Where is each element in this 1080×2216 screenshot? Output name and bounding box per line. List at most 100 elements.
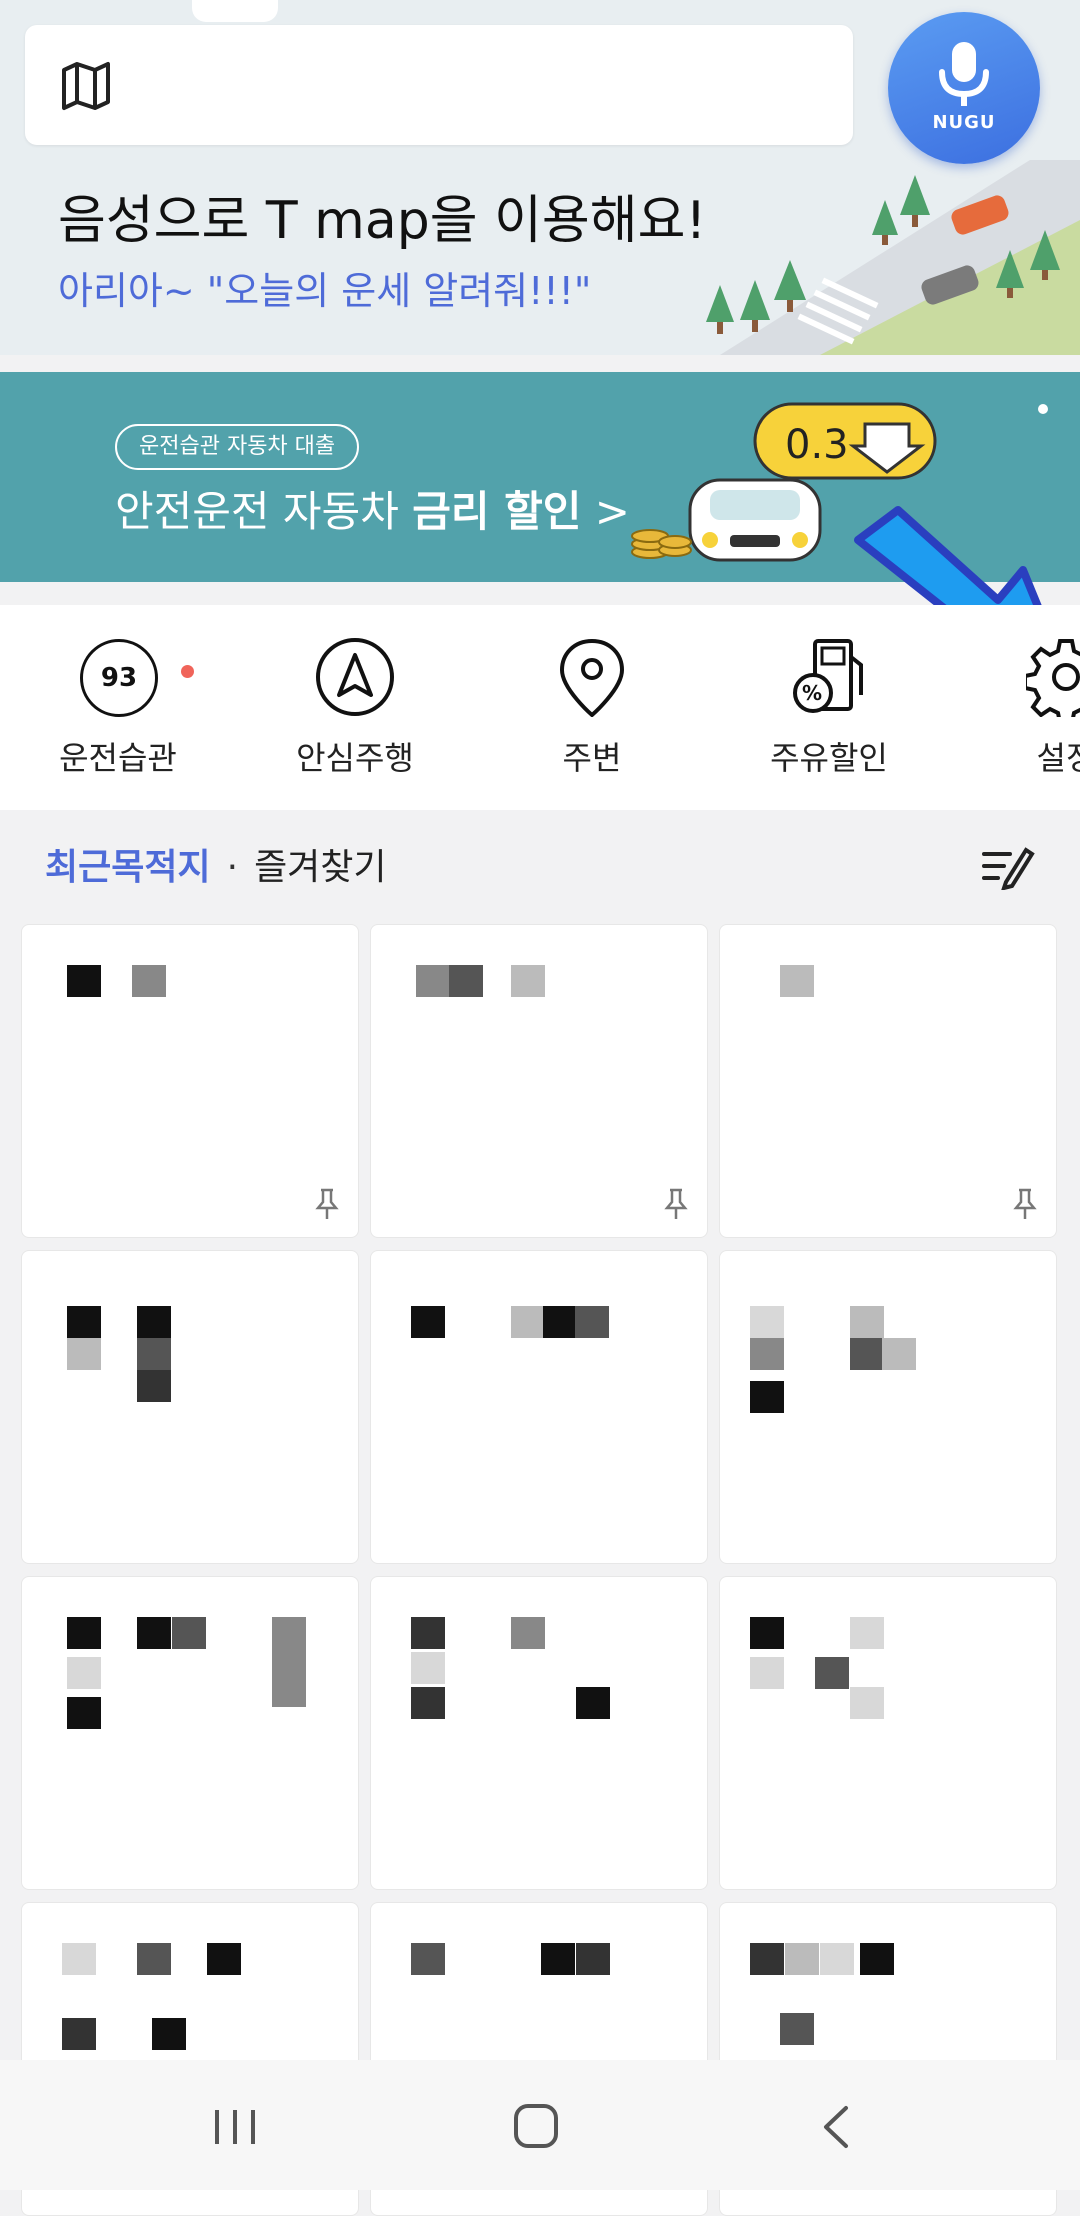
hero-title: 음성으로 T map을 이용해요! [58,191,707,251]
menu-item-nearby[interactable]: 주변 [492,605,692,810]
recent-destination-card[interactable] [21,1576,359,1890]
menu-item-label: 주변 [562,739,622,777]
pin-icon[interactable] [661,1187,691,1221]
location-pin-icon [559,638,625,717]
redacted-text-block [750,1306,784,1338]
microphone-icon [939,42,989,106]
redacted-text-block [411,1687,445,1719]
redacted-text-block [416,965,450,997]
redacted-text-block [137,1306,171,1338]
redacted-text-block [411,1306,445,1338]
redacted-text-block [272,1617,306,1707]
back-icon[interactable] [808,2100,868,2154]
redacted-text-block [541,1943,575,1975]
system-navigation-bar [0,2060,1080,2190]
gear-icon [1026,639,1080,717]
pull-tab[interactable] [192,0,278,22]
redacted-text-block [850,1338,884,1370]
redacted-text-block [132,965,166,997]
redacted-text-block [511,1617,545,1649]
redacted-text-block [780,965,814,997]
notification-dot [181,665,194,678]
redacted-text-block [543,1306,577,1338]
recent-destination-card[interactable] [21,924,359,1238]
banner-text[interactable]: 안전운전 자동차 금리 할인 > [115,478,630,539]
redacted-text-block [576,1687,610,1719]
redacted-text-block [67,1338,101,1370]
edit-list-icon[interactable] [980,842,1036,890]
home-icon[interactable] [506,2100,566,2154]
redacted-text-block [152,2018,186,2050]
redacted-text-block [172,1617,206,1649]
redacted-text-block [67,965,101,997]
redacted-text-block [67,1657,101,1689]
menu-item-label: 주유할인 [770,739,888,777]
recent-apps-icon[interactable] [205,2100,265,2154]
recent-destination-card[interactable] [370,924,708,1238]
redacted-text-block [411,1943,445,1975]
redacted-text-block [137,1617,171,1649]
redacted-text-block [511,1306,545,1338]
tab-favorites[interactable]: 즐겨찾기 [254,847,386,888]
menu-item-label: 안심주행 [296,739,414,777]
hero-subtitle: 아리아~ "오늘의 운세 알려줘!!!" [58,269,592,313]
discount-badge-value: 0.3 [785,422,849,468]
pin-icon[interactable] [312,1187,342,1221]
redacted-text-block [750,1657,784,1689]
redacted-text-block [750,1381,784,1413]
redacted-text-block [67,1697,101,1729]
redacted-text-block [137,1943,171,1975]
redacted-text-block [137,1338,171,1370]
redacted-text-block [575,1306,609,1338]
redacted-text-block [207,1943,241,1975]
nugu-voice-button[interactable]: NUGU [888,12,1040,164]
recent-destination-card[interactable] [719,1250,1057,1564]
map-icon[interactable] [58,58,114,114]
redacted-text-block [850,1687,884,1719]
recent-destination-card[interactable] [21,1250,359,1564]
driving-score-icon: 93 [78,637,194,717]
redacted-text-block [67,1306,101,1338]
menu-item-label: 설정 [1036,739,1080,777]
menu-item-fuel-discount[interactable]: % 주유할인 [729,605,929,810]
recent-destination-card[interactable] [719,924,1057,1238]
menu-item-driving-habit[interactable]: 93 운전습관 [18,605,218,810]
redacted-text-block [820,1943,854,1975]
quick-menu: 93 운전습관 안심주행 주변 % 주유할인 설 [0,605,1080,810]
redacted-text-block [882,1338,916,1370]
menu-item-label: 운전습관 [59,739,177,777]
navigation-arrow-icon [316,638,394,716]
redacted-text-block [411,1652,445,1684]
pin-icon[interactable] [1010,1187,1040,1221]
redacted-text-block [785,1943,819,1975]
redacted-text-block [511,965,545,997]
hero-panel: NUGU 음성으로 T map을 이용해요! 아리아~ "오늘의 운세 알려줘!… [0,0,1080,355]
recent-destination-card[interactable] [370,1576,708,1890]
redacted-text-block [850,1617,884,1649]
redacted-text-block [449,965,483,997]
banner-tag: 운전습관 자동차 대출 [115,424,360,470]
redacted-text-block [780,2013,814,2045]
redacted-text-block [411,1617,445,1649]
redacted-text-block [815,1657,849,1689]
redacted-text-block [750,1617,784,1649]
menu-item-settings[interactable]: 설정 [966,605,1080,810]
search-bar[interactable] [25,25,853,145]
tab-separator: · [226,847,239,888]
menu-item-safe-driving[interactable]: 안심주행 [255,605,455,810]
tab-recent-destinations[interactable]: 최근목적지 [45,847,211,888]
redacted-text-block [750,1338,784,1370]
redacted-text-block [137,1370,171,1402]
recent-destination-card[interactable] [370,1250,708,1564]
redacted-text-block [860,1943,894,1975]
redacted-text-block [576,1943,610,1975]
banner-text-regular: 안전운전 자동차 [115,487,413,536]
nugu-label: NUGU [932,112,996,133]
road-illustration [706,160,1080,355]
redacted-text-block [750,1943,784,1975]
section-tabs: 최근목적지 · 즐겨찾기 [45,838,387,890]
fuel-discount-icon: % [793,639,863,713]
svg-text:%: % [802,681,822,705]
banner-page-indicator [1038,404,1048,414]
recent-destination-card[interactable] [719,1576,1057,1890]
